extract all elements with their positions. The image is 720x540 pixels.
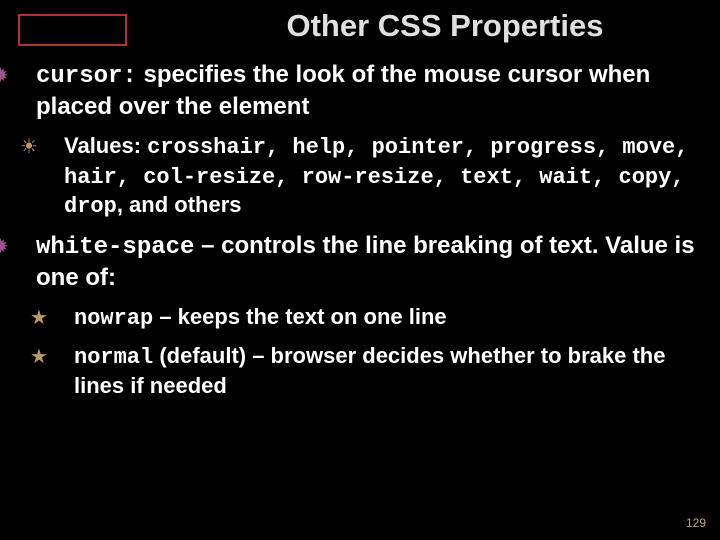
bullet-cursor-values: Values: crosshair, help, pointer, progre… [42,132,704,221]
nowrap-code: nowrap [74,306,153,331]
bullet-normal: normal (default) – browser decides wheth… [52,342,704,399]
values-after: , and others [117,192,242,217]
bullet-whitespace: white-space – controls the line breaking… [14,231,704,293]
values-label: Values: [64,133,147,158]
normal-code: normal [74,345,153,370]
bullet-cursor: cursor: specifies the look of the mouse … [14,60,704,122]
slide-title: Other CSS Properties [0,8,720,44]
slide-body: cursor: specifies the look of the mouse … [14,60,704,409]
page-number: 129 [686,516,706,530]
normal-desc: (default) – browser decides whether to b… [74,343,665,398]
nowrap-desc: – keeps the text on one line [153,304,446,329]
slide: Other CSS Properties cursor: specifies t… [0,0,720,540]
bullet-nowrap: nowrap – keeps the text on one line [52,303,704,333]
whitespace-code: white-space [36,234,194,261]
cursor-code: cursor: [36,63,137,90]
